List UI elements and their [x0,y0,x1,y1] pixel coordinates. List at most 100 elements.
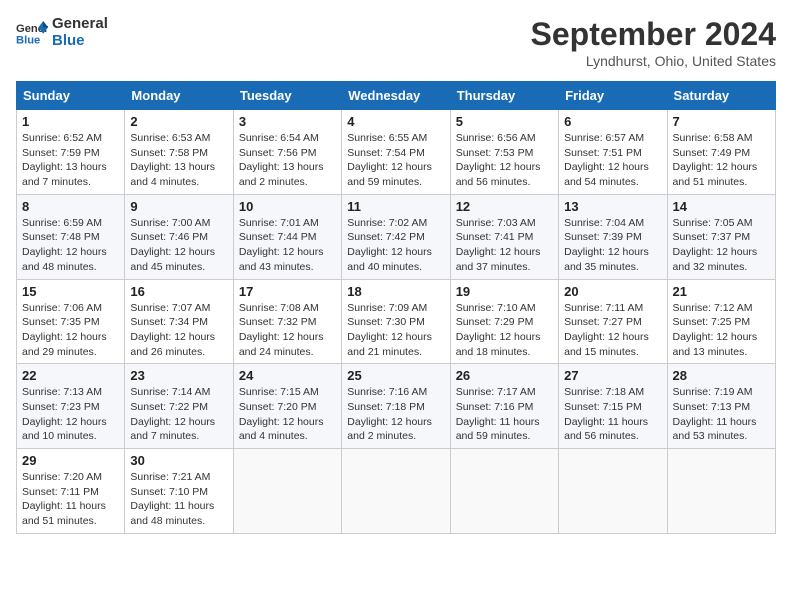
daylight-label: Daylight: 12 hours and 54 minutes. [564,161,649,188]
daylight-label: Daylight: 12 hours and 56 minutes. [456,161,541,188]
sunset-label: Sunset: 7:59 PM [22,147,100,159]
daylight-label: Daylight: 12 hours and 21 minutes. [347,331,432,358]
sunset-label: Sunset: 7:54 PM [347,147,425,159]
day-info: Sunrise: 7:15 AM Sunset: 7:20 PM Dayligh… [239,385,336,444]
calendar-cell: 4 Sunrise: 6:55 AM Sunset: 7:54 PM Dayli… [342,110,450,195]
sunset-label: Sunset: 7:29 PM [456,316,534,328]
daylight-label: Daylight: 13 hours and 2 minutes. [239,161,324,188]
day-number: 6 [564,114,661,129]
sunset-label: Sunset: 7:37 PM [673,231,751,243]
page-header: General Blue General Blue September 2024… [16,16,776,69]
daylight-label: Daylight: 12 hours and 2 minutes. [347,416,432,443]
daylight-label: Daylight: 12 hours and 59 minutes. [347,161,432,188]
daylight-label: Daylight: 11 hours and 48 minutes. [130,500,214,527]
day-info: Sunrise: 7:05 AM Sunset: 7:37 PM Dayligh… [673,216,770,275]
svg-text:Blue: Blue [16,34,40,46]
day-info: Sunrise: 7:20 AM Sunset: 7:11 PM Dayligh… [22,470,119,529]
daylight-label: Daylight: 12 hours and 40 minutes. [347,246,432,273]
day-info: Sunrise: 6:58 AM Sunset: 7:49 PM Dayligh… [673,131,770,190]
day-number: 25 [347,368,444,383]
sunrise-label: Sunrise: 7:16 AM [347,386,427,398]
sunset-label: Sunset: 7:46 PM [130,231,208,243]
day-number: 19 [456,284,553,299]
day-number: 11 [347,199,444,214]
sunrise-label: Sunrise: 6:59 AM [22,217,102,229]
day-info: Sunrise: 7:09 AM Sunset: 7:30 PM Dayligh… [347,301,444,360]
sunset-label: Sunset: 7:27 PM [564,316,642,328]
day-info: Sunrise: 7:14 AM Sunset: 7:22 PM Dayligh… [130,385,227,444]
sunrise-label: Sunrise: 7:09 AM [347,302,427,314]
sunset-label: Sunset: 7:34 PM [130,316,208,328]
day-number: 23 [130,368,227,383]
calendar-cell: 25 Sunrise: 7:16 AM Sunset: 7:18 PM Dayl… [342,364,450,449]
day-number: 26 [456,368,553,383]
day-number: 15 [22,284,119,299]
sunrise-label: Sunrise: 7:17 AM [456,386,536,398]
day-info: Sunrise: 7:02 AM Sunset: 7:42 PM Dayligh… [347,216,444,275]
col-header-monday: Monday [125,82,233,110]
day-info: Sunrise: 7:04 AM Sunset: 7:39 PM Dayligh… [564,216,661,275]
calendar-cell: 17 Sunrise: 7:08 AM Sunset: 7:32 PM Dayl… [233,279,341,364]
daylight-label: Daylight: 11 hours and 59 minutes. [456,416,540,443]
calendar-cell: 1 Sunrise: 6:52 AM Sunset: 7:59 PM Dayli… [17,110,125,195]
sunrise-label: Sunrise: 6:52 AM [22,132,102,144]
sunset-label: Sunset: 7:44 PM [239,231,317,243]
calendar-cell: 16 Sunrise: 7:07 AM Sunset: 7:34 PM Dayl… [125,279,233,364]
sunrise-label: Sunrise: 7:07 AM [130,302,210,314]
logo: General Blue General Blue [16,16,108,49]
calendar-cell: 12 Sunrise: 7:03 AM Sunset: 7:41 PM Dayl… [450,194,558,279]
day-number: 20 [564,284,661,299]
sunrise-label: Sunrise: 7:04 AM [564,217,644,229]
day-number: 17 [239,284,336,299]
sunrise-label: Sunrise: 7:02 AM [347,217,427,229]
sunrise-label: Sunrise: 6:57 AM [564,132,644,144]
calendar-cell: 5 Sunrise: 6:56 AM Sunset: 7:53 PM Dayli… [450,110,558,195]
calendar-cell [342,449,450,534]
daylight-label: Daylight: 12 hours and 13 minutes. [673,331,758,358]
day-number: 18 [347,284,444,299]
sunset-label: Sunset: 7:41 PM [456,231,534,243]
sunrise-label: Sunrise: 7:18 AM [564,386,644,398]
day-number: 14 [673,199,770,214]
day-number: 7 [673,114,770,129]
day-info: Sunrise: 7:01 AM Sunset: 7:44 PM Dayligh… [239,216,336,275]
sunrise-label: Sunrise: 7:01 AM [239,217,319,229]
daylight-label: Daylight: 12 hours and 35 minutes. [564,246,649,273]
day-number: 1 [22,114,119,129]
daylight-label: Daylight: 12 hours and 45 minutes. [130,246,215,273]
day-info: Sunrise: 7:07 AM Sunset: 7:34 PM Dayligh… [130,301,227,360]
day-number: 3 [239,114,336,129]
sunset-label: Sunset: 7:18 PM [347,401,425,413]
day-number: 12 [456,199,553,214]
day-number: 29 [22,453,119,468]
day-info: Sunrise: 7:08 AM Sunset: 7:32 PM Dayligh… [239,301,336,360]
day-info: Sunrise: 7:12 AM Sunset: 7:25 PM Dayligh… [673,301,770,360]
daylight-label: Daylight: 12 hours and 4 minutes. [239,416,324,443]
daylight-label: Daylight: 13 hours and 7 minutes. [22,161,107,188]
daylight-label: Daylight: 12 hours and 15 minutes. [564,331,649,358]
day-number: 2 [130,114,227,129]
day-number: 28 [673,368,770,383]
daylight-label: Daylight: 11 hours and 56 minutes. [564,416,648,443]
sunrise-label: Sunrise: 7:05 AM [673,217,753,229]
calendar-week-3: 15 Sunrise: 7:06 AM Sunset: 7:35 PM Dayl… [17,279,776,364]
calendar-cell: 8 Sunrise: 6:59 AM Sunset: 7:48 PM Dayli… [17,194,125,279]
calendar-cell: 10 Sunrise: 7:01 AM Sunset: 7:44 PM Dayl… [233,194,341,279]
calendar-cell: 30 Sunrise: 7:21 AM Sunset: 7:10 PM Dayl… [125,449,233,534]
day-info: Sunrise: 6:53 AM Sunset: 7:58 PM Dayligh… [130,131,227,190]
day-info: Sunrise: 7:03 AM Sunset: 7:41 PM Dayligh… [456,216,553,275]
day-number: 8 [22,199,119,214]
sunset-label: Sunset: 7:48 PM [22,231,100,243]
location: Lyndhurst, Ohio, United States [531,53,776,69]
day-info: Sunrise: 7:11 AM Sunset: 7:27 PM Dayligh… [564,301,661,360]
daylight-label: Daylight: 11 hours and 53 minutes. [673,416,757,443]
day-number: 10 [239,199,336,214]
sunrise-label: Sunrise: 6:54 AM [239,132,319,144]
calendar-week-2: 8 Sunrise: 6:59 AM Sunset: 7:48 PM Dayli… [17,194,776,279]
daylight-label: Daylight: 12 hours and 51 minutes. [673,161,758,188]
calendar-cell: 29 Sunrise: 7:20 AM Sunset: 7:11 PM Dayl… [17,449,125,534]
day-info: Sunrise: 7:13 AM Sunset: 7:23 PM Dayligh… [22,385,119,444]
logo-text-line2: Blue [52,33,108,50]
calendar-cell: 21 Sunrise: 7:12 AM Sunset: 7:25 PM Dayl… [667,279,775,364]
col-header-saturday: Saturday [667,82,775,110]
